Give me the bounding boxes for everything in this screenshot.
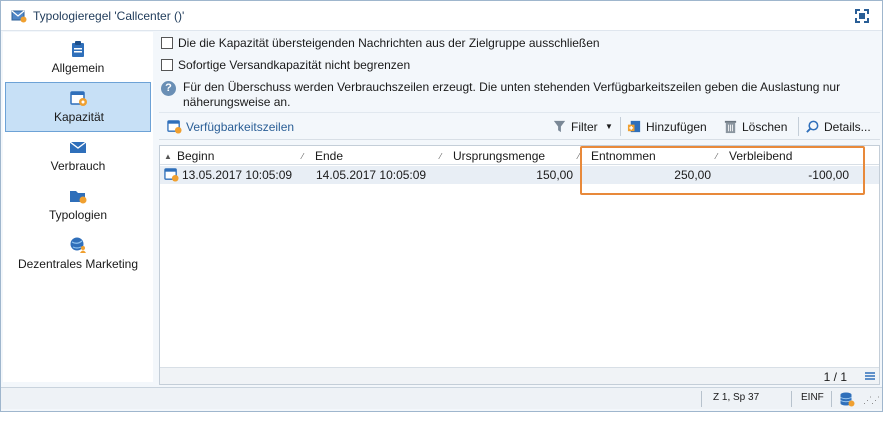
details-button[interactable]: Details... bbox=[805, 119, 871, 135]
column-header-ende[interactable]: ⁄ Ende bbox=[302, 149, 343, 163]
availability-toolbar: Verfügbarkeitszeilen Filter ▼ Hinzufügen bbox=[159, 112, 880, 140]
list-menu-icon[interactable] bbox=[865, 371, 875, 381]
status-separator bbox=[791, 391, 792, 407]
sidebar-item-allgemein[interactable]: Allgemein bbox=[5, 34, 151, 84]
sidebar: Allgemein Kapazität Verbrauch Typologien… bbox=[3, 32, 153, 382]
sidebar-item-kapazitaet[interactable]: Kapazität bbox=[5, 82, 151, 132]
column-divider-icon: ⁄ bbox=[440, 152, 442, 161]
table-footer: 1 / 1 bbox=[160, 367, 879, 384]
sidebar-item-label: Kapazität bbox=[53, 110, 105, 124]
cell-ende: 14.05.2017 10:05:09 bbox=[316, 168, 427, 182]
column-divider-icon: ⁄ bbox=[302, 152, 304, 161]
filter-button[interactable]: Filter ▼ bbox=[552, 119, 613, 135]
unlimited-capacity-label: Sofortige Versandkapazität nicht begrenz… bbox=[178, 58, 411, 72]
column-header-ursprungsmenge[interactable]: ⁄ Ursprungsmenge bbox=[440, 149, 545, 163]
filter-icon bbox=[553, 121, 566, 133]
sidebar-item-verbrauch[interactable]: Verbrauch bbox=[5, 132, 151, 182]
sidebar-item-label: Dezentrales Marketing bbox=[17, 257, 139, 271]
status-separator bbox=[701, 391, 702, 407]
calendar-gear-icon bbox=[70, 91, 87, 106]
info-text: Für den Überschuss werden Verbrauchszeil… bbox=[183, 80, 841, 109]
envelope-rule-icon bbox=[11, 10, 27, 23]
resize-grip-icon[interactable]: ⋰⋰ bbox=[863, 395, 880, 406]
maximize-icon[interactable] bbox=[854, 8, 870, 24]
cell-beginn: 13.05.2017 10:05:09 bbox=[182, 168, 293, 182]
calendar-gear-icon bbox=[164, 168, 179, 182]
chevron-down-icon: ▼ bbox=[605, 122, 613, 132]
clipboard-icon bbox=[72, 41, 84, 57]
search-icon bbox=[806, 120, 819, 134]
cursor-position: Z 1, Sp 37 bbox=[713, 392, 760, 403]
pager: 1 / 1 bbox=[823, 370, 847, 384]
unlimited-capacity-checkbox[interactable] bbox=[161, 59, 173, 71]
add-button[interactable]: Hinzufügen bbox=[627, 119, 707, 135]
insert-mode: EINF bbox=[801, 392, 824, 403]
sidebar-item-label: Allgemein bbox=[51, 61, 105, 75]
exclude-overflow-checkbox[interactable] bbox=[161, 37, 173, 49]
cell-ursprungsmenge: 150,00 bbox=[536, 168, 573, 182]
status-separator bbox=[831, 391, 832, 407]
envelope-down-icon bbox=[69, 141, 87, 153]
dialog-window: Typologieregel 'Callcenter ()' Allgemein… bbox=[0, 0, 883, 412]
calendar-gear-icon bbox=[167, 120, 182, 134]
window-title: Typologieregel 'Callcenter ()' bbox=[33, 9, 185, 23]
add-document-icon bbox=[627, 121, 641, 133]
sort-ascending-icon: ▲ bbox=[164, 152, 172, 161]
sidebar-item-typologien[interactable]: Typologien bbox=[5, 181, 151, 231]
column-header-beginn[interactable]: ▲ Beginn bbox=[164, 149, 214, 163]
sidebar-item-label: Typologien bbox=[48, 208, 108, 222]
question-icon: ? bbox=[161, 81, 176, 96]
sidebar-item-label: Verbrauch bbox=[50, 159, 106, 173]
database-icon[interactable] bbox=[839, 391, 855, 407]
toolbar-separator bbox=[798, 117, 799, 136]
exclude-overflow-label: Die die Kapazität übersteigenden Nachric… bbox=[178, 36, 600, 50]
availability-section-title: Verfügbarkeitszeilen bbox=[167, 119, 294, 135]
globe-user-icon bbox=[70, 237, 86, 253]
folder-rules-icon bbox=[70, 191, 87, 204]
toolbar-separator bbox=[620, 117, 621, 136]
highlight-box bbox=[580, 146, 865, 195]
status-bar: Z 1, Sp 37 EINF ⋰⋰ bbox=[1, 387, 882, 409]
delete-button[interactable]: Löschen bbox=[723, 119, 787, 135]
sidebar-item-dezentrales-marketing[interactable]: Dezentrales Marketing bbox=[5, 230, 151, 280]
capacity-panel: Die die Kapazität übersteigenden Nachric… bbox=[157, 32, 880, 385]
trash-icon bbox=[724, 121, 737, 134]
title-bar: Typologieregel 'Callcenter ()' bbox=[1, 1, 882, 31]
